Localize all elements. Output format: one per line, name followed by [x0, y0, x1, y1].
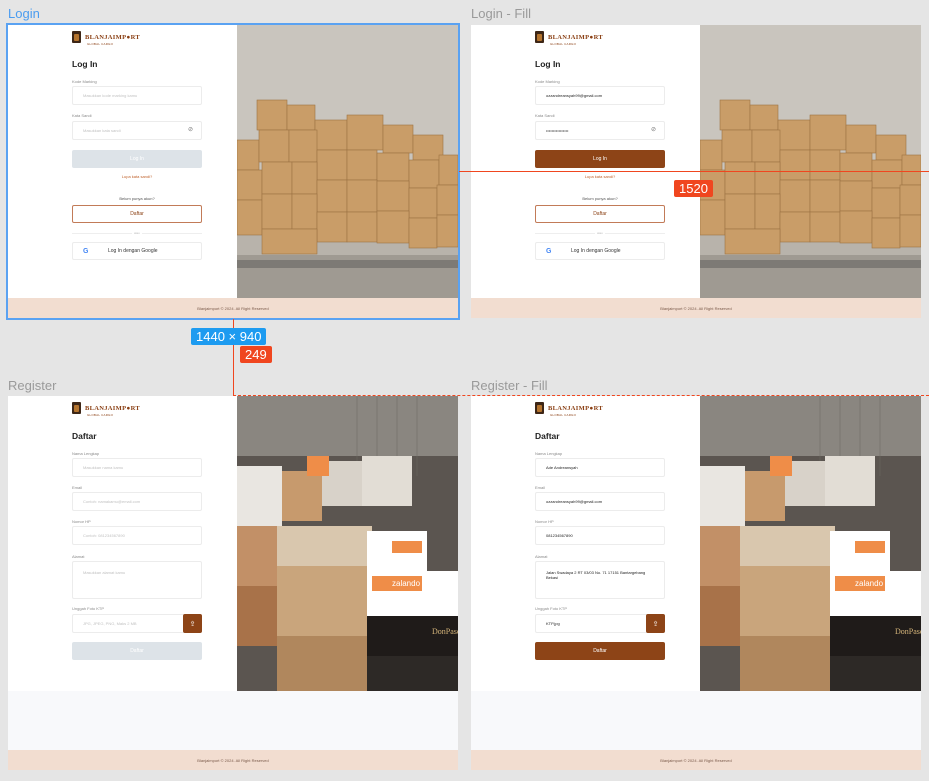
ktp-upload-input[interactable]: JPG, JPEG, PNG, Maks 2 MB ⇪ [72, 614, 202, 633]
phone-label: Nomor HP [535, 519, 554, 524]
submit-button[interactable]: Daftar [72, 642, 202, 660]
phone-label: Nomor HP [72, 519, 91, 524]
divider: atau [72, 231, 202, 235]
forgot-password-link[interactable]: Lupa kata sandi? [72, 174, 202, 179]
ktp-label: Unggah Foto KTP [535, 606, 568, 611]
email-label: Email [72, 485, 83, 490]
ktp-upload-input[interactable]: KTP.jpg ⇪ [535, 614, 665, 633]
svg-text:zalando: zalando [855, 579, 884, 588]
email-input[interactable]: Contoh: namakamu@email.com [72, 492, 202, 511]
address-label: Alamat [72, 554, 85, 559]
frame-label-register-fill[interactable]: Register - Fill [471, 378, 548, 393]
logo-icon [535, 31, 544, 43]
no-account-text: Belum punya akun? [582, 196, 618, 201]
name-input[interactable]: Masukkan nama kamu [72, 458, 202, 477]
frame-label-login[interactable]: Login [8, 6, 40, 21]
page-title: Daftar [72, 431, 97, 441]
warehouse-photo [700, 25, 921, 298]
google-login-button[interactable]: G Log In dengan Google [535, 242, 665, 260]
logo-icon [72, 402, 81, 414]
address-textarea[interactable]: Masukkan alamat kamu [72, 561, 202, 599]
logo-icon [535, 402, 544, 414]
empty-area [471, 691, 921, 750]
register-frame[interactable]: BLANJAIMP●RT GLOBAL CARGO Daftar Nama Le… [8, 396, 458, 770]
frame-label-register[interactable]: Register [8, 378, 56, 393]
svg-text:zalando: zalando [392, 579, 421, 588]
password-input[interactable]: Masukkan kata sandi ⊘ [72, 121, 202, 140]
ktp-label: Unggah Foto KTP [72, 606, 105, 611]
address-textarea[interactable]: Jalan Swadaya 2 RT 03/03 No. 71 17151 Ba… [535, 561, 665, 599]
upload-icon[interactable]: ⇪ [183, 614, 202, 633]
page-title: Log In [535, 59, 561, 69]
kode-input[interactable]: ozzandreansyah99@gmail.com [535, 86, 665, 105]
svg-text:DonPascual: DonPascual [432, 627, 458, 636]
kode-label: Kode Marking [72, 79, 97, 84]
distance-guide-horizontal [459, 171, 929, 172]
warehouse-photo [237, 25, 458, 298]
name-input[interactable]: Ade Andreansyah [535, 458, 665, 477]
password-label: Kata Sandi [535, 113, 555, 118]
distance-badge-vertical: 249 [240, 346, 272, 363]
email-input[interactable]: ozzandreansyah99@gmail.com [535, 492, 665, 511]
google-login-button[interactable]: G Log In dengan Google [72, 242, 202, 260]
kode-input[interactable]: Masukkan kode marking kamu [72, 86, 202, 105]
packages-photo: DonPascual zalando [237, 396, 458, 691]
dimension-badge: 1440 × 940 [191, 328, 267, 345]
logo-icon [72, 31, 81, 43]
submit-button[interactable]: Daftar [535, 642, 665, 660]
page-title: Log In [72, 59, 98, 69]
google-icon: G [83, 248, 89, 255]
register-button[interactable]: Daftar [535, 205, 665, 223]
footer: Blanjaimport © 2024. All Right Reserved [471, 750, 921, 770]
register-fill-frame[interactable]: BLANJAIMP●RT GLOBAL CARGO Daftar Nama Le… [471, 396, 921, 770]
footer: Blanjaimport © 2024. All Right Reserved [471, 298, 921, 318]
password-label: Kata Sandi [72, 113, 92, 118]
divider: atau [535, 231, 665, 235]
page-title: Daftar [535, 431, 560, 441]
eye-off-icon[interactable]: ⊘ [651, 127, 658, 134]
name-label: Nama Lengkap [72, 451, 100, 456]
email-label: Email [535, 485, 546, 490]
login-button[interactable]: Log In [72, 150, 202, 168]
name-label: Nama Lengkap [535, 451, 563, 456]
phone-input[interactable]: Contoh: 081234567890 [72, 526, 202, 545]
kode-label: Kode Marking [535, 79, 560, 84]
login-frame[interactable]: BLANJAIMP●RT GLOBAL CARGO Log In Kode Ma… [6, 23, 460, 320]
google-icon: G [546, 248, 552, 255]
distance-guide-dashed [233, 395, 929, 396]
eye-off-icon[interactable]: ⊘ [188, 127, 195, 134]
address-label: Alamat [535, 554, 548, 559]
upload-icon[interactable]: ⇪ [646, 614, 665, 633]
register-button[interactable]: Daftar [72, 205, 202, 223]
forgot-password-link[interactable]: Lupa kata sandi? [535, 174, 665, 179]
login-button[interactable]: Log In [535, 150, 665, 168]
distance-badge-horizontal: 1520 [674, 180, 713, 197]
no-account-text: Belum punya akun? [119, 196, 155, 201]
svg-text:DonPascual: DonPascual [895, 627, 921, 636]
packages-photo: DonPascual zalando [700, 396, 921, 691]
footer: Blanjaimport © 2024. All Right Reserved [8, 298, 458, 318]
empty-area [8, 691, 458, 750]
frame-label-login-fill[interactable]: Login - Fill [471, 6, 531, 21]
password-input[interactable]: •••••••••••••••• ⊘ [535, 121, 665, 140]
footer: Blanjaimport © 2024. All Right Reserved [8, 750, 458, 770]
phone-input[interactable]: 081234567890 [535, 526, 665, 545]
